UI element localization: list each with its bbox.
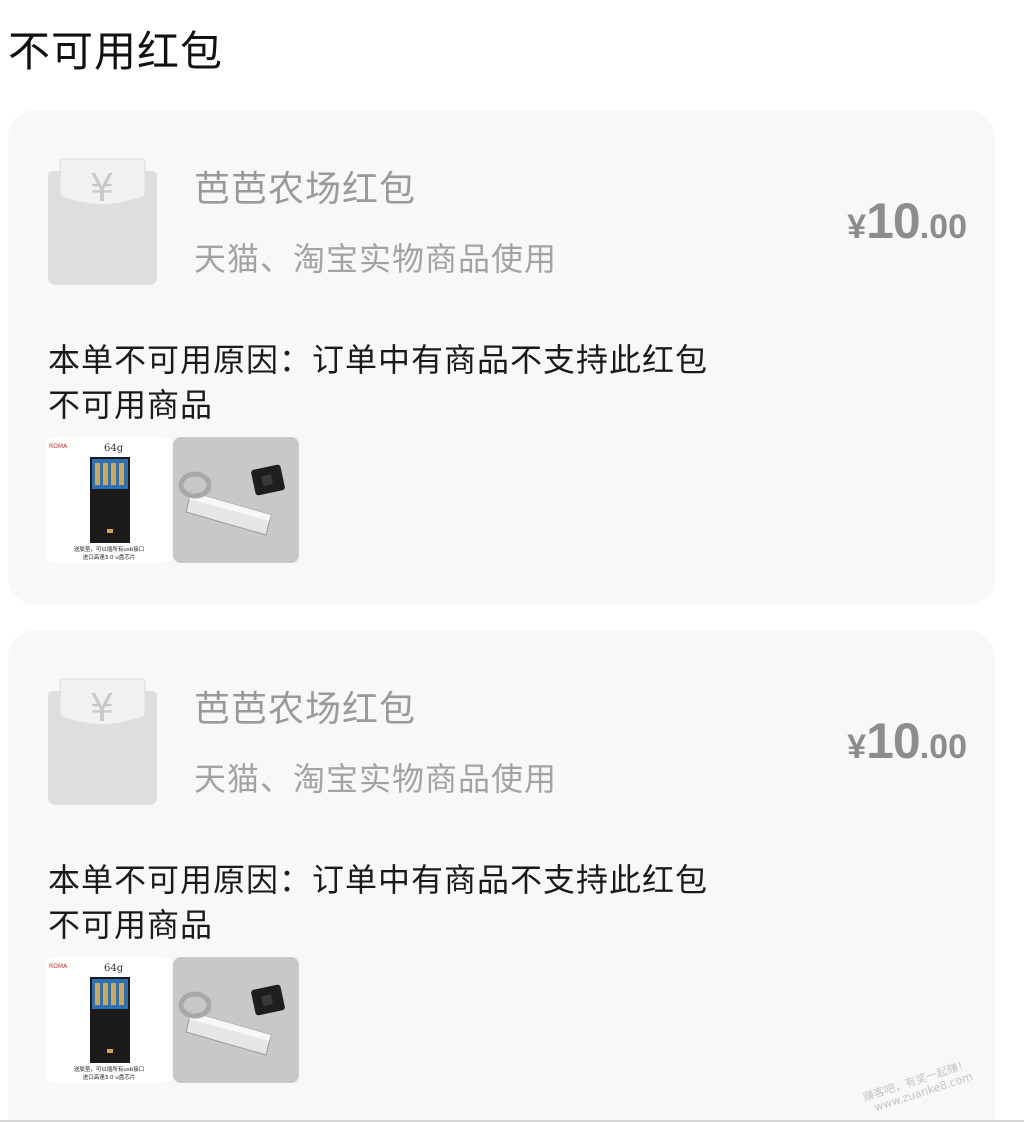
amount-decimal: .00: [919, 208, 967, 246]
caption-line-1: 送胶垫，可以插所有usb接口: [74, 1065, 144, 1073]
red-packet-icon: ¥: [48, 158, 157, 285]
site-watermark: 赚客吧，有奖一起赚！ www.zuanke8.com: [862, 1058, 975, 1117]
capacity-label: 64g: [104, 443, 124, 454]
unavailable-goods-label: 不可用商品: [48, 906, 214, 944]
caption-line-2: 进口高速3.0 u盘芯片: [83, 1073, 135, 1081]
unavailable-reason: 本单不可用原因：订单中有商品不支持此红包: [48, 341, 709, 379]
capacity-label: 64g: [104, 963, 124, 974]
svg-text:¥: ¥: [90, 166, 114, 210]
page-title: 不可用红包: [8, 27, 224, 76]
amount-currency: ¥: [847, 728, 867, 766]
amount-integer: 10: [866, 193, 921, 249]
red-packet-icon: ¥: [48, 678, 157, 805]
usb-chip-image: ROMA 64g 送胶垫，可以插所有usb接口 进口高速3.0 u盘芯片: [46, 957, 172, 1083]
packet-amount: ¥10.00: [847, 192, 967, 250]
metal-usb-image: [173, 957, 299, 1083]
product-thumbnail-usb-chip[interactable]: ROMA 64g 送胶垫，可以插所有usb接口 进口高速3.0 u盘芯片: [46, 957, 172, 1083]
packet-scope: 天猫、淘宝实物商品使用: [194, 240, 558, 278]
amount-decimal: .00: [919, 728, 967, 766]
amount-integer: 10: [866, 713, 921, 769]
caption-line-1: 送胶垫，可以插所有usb接口: [74, 545, 144, 553]
unavailable-reason: 本单不可用原因：订单中有商品不支持此红包: [48, 861, 709, 899]
brand-logo: ROMA: [49, 443, 68, 450]
svg-text:¥: ¥: [90, 686, 114, 730]
metal-usb-image: [173, 437, 299, 563]
product-thumbnail-metal-usb[interactable]: [173, 437, 299, 563]
amount-currency: ¥: [847, 208, 867, 246]
packet-name: 芭芭农场红包: [194, 689, 417, 730]
packet-amount: ¥10.00: [847, 712, 967, 770]
brand-logo: ROMA: [49, 963, 68, 970]
product-thumbnail-usb-chip[interactable]: ROMA 64g 送胶垫，可以插所有usb接口 进口高速3.0 u盘芯片: [46, 437, 172, 563]
red-packet-card[interactable]: ¥ 芭芭农场红包 天猫、淘宝实物商品使用 ¥10.00 本单不可用原因：订单中有…: [8, 630, 995, 1122]
red-packet-card[interactable]: ¥ 芭芭农场红包 天猫、淘宝实物商品使用 ¥10.00 本单不可用原因：订单中有…: [8, 110, 995, 605]
product-thumbnail-metal-usb[interactable]: [173, 957, 299, 1083]
packet-scope: 天猫、淘宝实物商品使用: [194, 760, 558, 798]
unavailable-goods-label: 不可用商品: [48, 386, 214, 424]
caption-line-2: 进口高速3.0 u盘芯片: [83, 553, 135, 561]
packet-name: 芭芭农场红包: [194, 169, 417, 210]
usb-chip-image: ROMA 64g 送胶垫，可以插所有usb接口 进口高速3.0 u盘芯片: [46, 437, 172, 563]
